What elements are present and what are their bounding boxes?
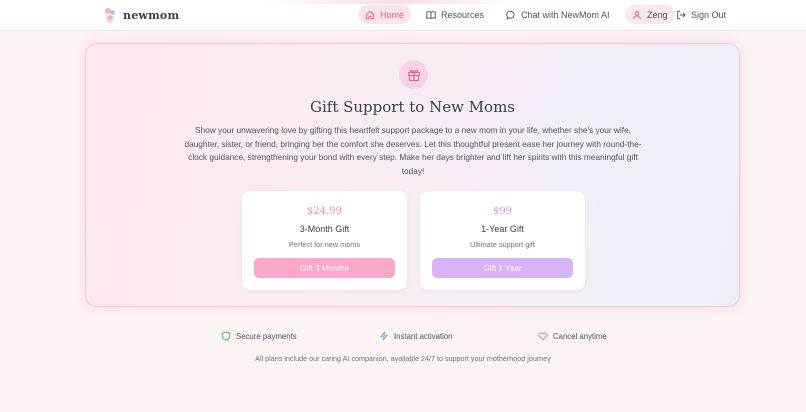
brand-logo[interactable]: newmom xyxy=(103,6,179,24)
feature-cancel-anytime: Cancel anytime xyxy=(538,331,607,341)
nav-chat[interactable]: Chat with NewMom AI xyxy=(500,5,616,24)
plan-price: $99 xyxy=(492,206,513,217)
gift-badge xyxy=(399,60,428,89)
logo-icon xyxy=(104,7,115,23)
brand-name: newmom xyxy=(123,8,180,22)
gift-description: Show your unwavering love by gifting thi… xyxy=(184,125,642,176)
nav-chat-label: Chat with NewMom AI xyxy=(521,9,610,20)
plan-name: 3-Month Gift xyxy=(299,224,350,234)
plan-subtitle: Perfect for new moms xyxy=(289,240,360,249)
feature-label: Secure payments xyxy=(236,331,297,341)
chat-bubble-icon xyxy=(506,10,515,20)
plan-name: 1-Year Gift xyxy=(481,224,524,234)
nav-home[interactable]: Home xyxy=(358,5,412,24)
heart-icon xyxy=(538,332,548,341)
sign-out-label: Sign Out xyxy=(691,9,727,20)
nav-home-label: Home xyxy=(380,9,405,20)
nav-decoration xyxy=(265,0,525,4)
plan-card-3-month: $24.99 3-Month Gift Perfect for new moms… xyxy=(242,191,407,290)
lightning-icon xyxy=(380,331,388,341)
home-icon xyxy=(365,10,375,19)
sign-out-icon xyxy=(677,10,686,19)
gift-3-months-button[interactable]: Gift 3 Months xyxy=(254,258,395,278)
plan-price: $24.99 xyxy=(307,206,342,217)
feature-instant-activation: Instant activation xyxy=(379,331,453,341)
nav-resources-label: Resources xyxy=(441,9,485,20)
gift-support-card: Gift Support to New Moms Show your unwav… xyxy=(85,43,740,307)
feature-label: Cancel anytime xyxy=(553,331,607,341)
user-menu[interactable]: Zeng xyxy=(625,5,675,24)
plan-card-1-year: $99 1-Year Gift Ultimate support gift Gi… xyxy=(420,191,585,290)
plans-footnote: All plans include our caring AI companio… xyxy=(255,354,551,363)
feature-label: Instant activation xyxy=(394,331,453,341)
user-name: Zeng xyxy=(647,9,668,20)
book-icon xyxy=(426,10,436,19)
feature-secure-payments: Secure payments xyxy=(221,331,297,341)
sign-out-button[interactable]: Sign Out xyxy=(670,5,732,24)
nav-resources[interactable]: Resources xyxy=(420,5,490,24)
page-title: Gift Support to New Moms xyxy=(309,98,515,116)
shield-icon xyxy=(221,331,231,341)
plan-subtitle: Ultimate support gift xyxy=(470,240,535,249)
gift-1-year-button[interactable]: Gift 1 Year xyxy=(432,258,573,278)
gift-icon xyxy=(407,69,420,81)
top-nav: newmom Home Resources Chat with NewMom A… xyxy=(0,0,806,31)
user-icon xyxy=(633,10,641,19)
